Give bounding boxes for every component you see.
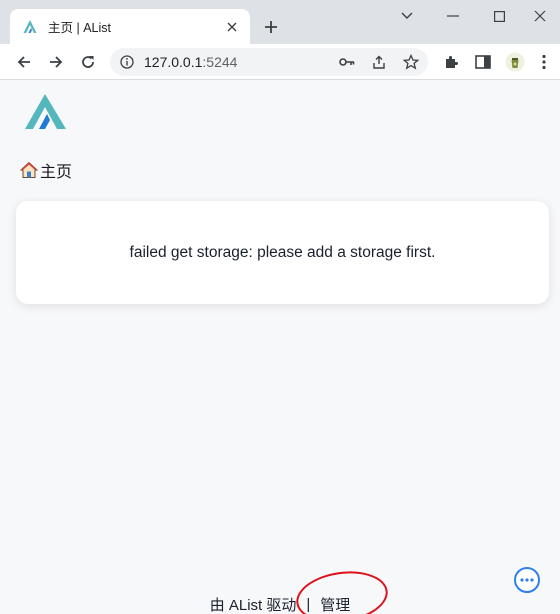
more-options-button[interactable] [514,567,540,593]
manage-wrap: 管理 [293,565,392,614]
new-tab-icon[interactable] [258,14,284,40]
reload-icon[interactable] [74,48,102,76]
home-icon[interactable] [19,161,39,179]
share-icon[interactable] [370,53,388,71]
browser-menu-icon[interactable] [534,48,554,76]
key-icon[interactable] [338,53,356,71]
back-icon[interactable] [10,48,38,76]
error-card: failed get storage: please add a storage… [16,201,549,304]
alist-logo[interactable] [24,93,68,131]
site-info-icon[interactable] [118,53,136,71]
tab-title: 主页 | AList [48,21,111,35]
bookmark-star-icon[interactable] [402,53,420,71]
browser-tab[interactable]: 主页 | AList [10,9,250,44]
powered-by-link[interactable]: 由 AList 驱动 [210,594,297,614]
breadcrumb: 主页 [19,158,72,182]
browser-titlebar: 主页 | AList [0,0,560,44]
tab-search-icon[interactable] [384,2,430,30]
maximize-icon[interactable] [476,2,522,30]
footer-separator: | [306,595,311,613]
url-host: 127.0.0.1 [144,54,203,70]
error-message: failed get storage: please add a storage… [129,243,436,261]
address-bar[interactable]: 127.0.0.1:5244 [110,48,428,76]
alist-page: 主页 failed get storage: please add a stor… [0,81,560,614]
window-close-icon[interactable] [520,2,560,30]
close-tab-icon[interactable] [220,15,244,39]
manage-link[interactable]: 管理 [320,597,350,614]
side-panel-icon[interactable] [469,48,497,76]
alist-favicon-icon [22,19,38,35]
breadcrumb-home-link[interactable]: 主页 [40,158,72,182]
extensions-icon[interactable] [437,48,465,76]
url-port: :5244 [202,54,238,70]
browser-toolbar: 127.0.0.1:5244 [0,44,560,80]
footer: 由 AList 驱动 | 管理 [0,565,560,614]
minimize-icon[interactable] [430,2,476,30]
url-text: 127.0.0.1:5244 [144,48,237,76]
profile-avatar[interactable] [501,48,529,76]
forward-icon[interactable] [42,48,70,76]
